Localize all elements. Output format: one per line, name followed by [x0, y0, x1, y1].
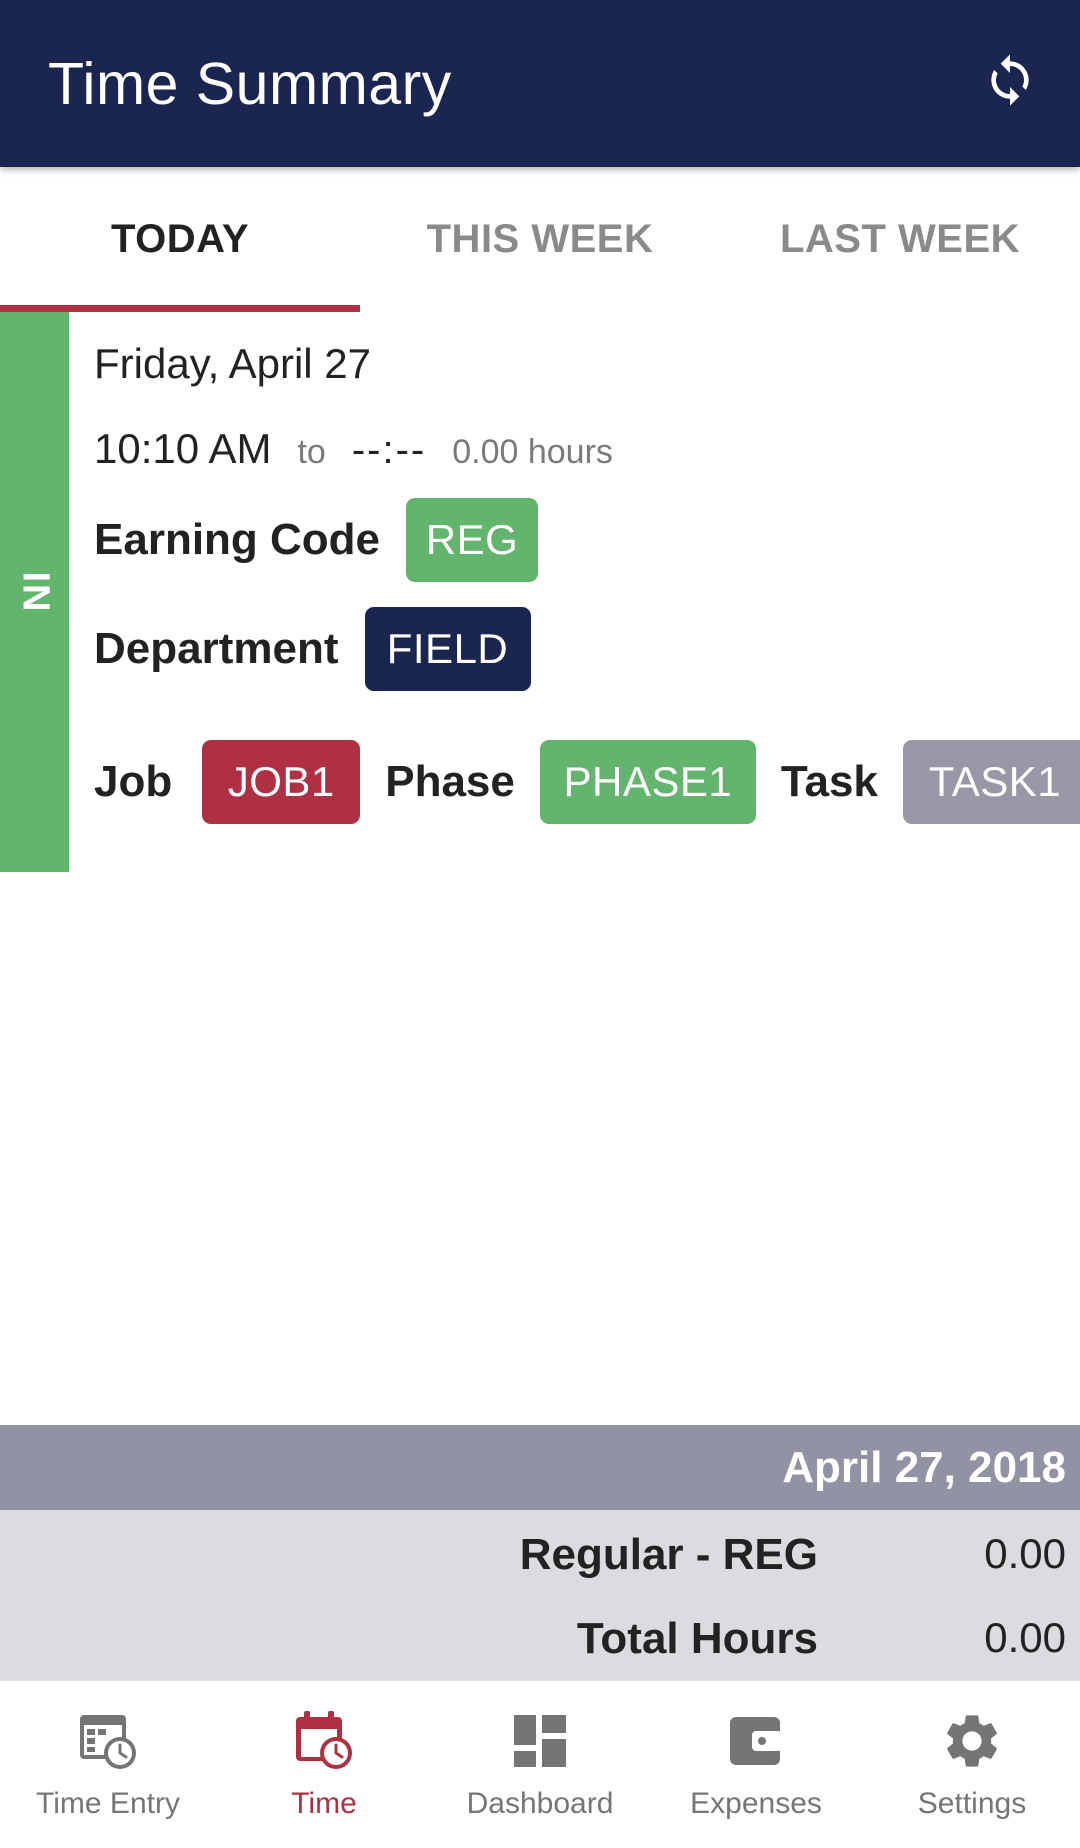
nav-label: Settings: [917, 1787, 1027, 1820]
phase-chip: PHASE1: [539, 740, 756, 824]
department-label: Department: [94, 624, 339, 673]
nav-time[interactable]: Time: [216, 1681, 432, 1848]
calendar-clock-icon: [296, 1711, 352, 1769]
tab-last-week[interactable]: LAST WEEK: [720, 167, 1080, 312]
gear-icon: [947, 1715, 997, 1767]
task-label: Task: [780, 757, 878, 806]
tab-today[interactable]: TODAY: [0, 167, 360, 312]
status-strip: IN: [0, 312, 69, 872]
time-range: 10:10 AM to --:-- 0.00 hours: [94, 425, 613, 473]
summary-row-label: Regular - REG: [519, 1530, 818, 1579]
summary-row: Regular - REG 0.00: [0, 1530, 1080, 1590]
status-label: IN: [14, 571, 56, 613]
app-root: Time Summary TODAY THIS WEEK LAST WEEK I…: [0, 0, 1080, 1848]
active-tab-indicator: [0, 305, 360, 312]
to-label: to: [297, 433, 326, 471]
job-phase-task-row: Job JOB1 Phase PHASE1 Task TASK1: [94, 740, 1080, 824]
nav-label: Time: [291, 1787, 357, 1820]
nav-label: Expenses: [690, 1787, 822, 1820]
start-time: 10:10 AM: [94, 425, 272, 472]
nav-dashboard[interactable]: Dashboard: [432, 1681, 648, 1848]
department-row: Department FIELD: [94, 607, 531, 691]
time-entry-icon: [80, 1715, 136, 1769]
summary-total-row: Total Hours 0.00: [0, 1614, 1080, 1674]
summary-date-header: April 27, 2018: [0, 1425, 1080, 1510]
page-title: Time Summary: [48, 51, 452, 117]
earning-code-chip: REG: [406, 498, 539, 582]
summary-totals: Regular - REG 0.00 Total Hours 0.00: [0, 1510, 1080, 1680]
refresh-icon: [991, 54, 1029, 106]
nav-expenses[interactable]: Expenses: [648, 1681, 864, 1848]
nav-label: Time Entry: [36, 1787, 180, 1820]
department-chip: FIELD: [364, 607, 531, 691]
summary-date: April 27, 2018: [782, 1442, 1066, 1492]
end-time: --:--: [351, 428, 427, 472]
task-chip: TASK1: [902, 740, 1080, 824]
summary-row-value: 0.00: [984, 1530, 1066, 1577]
tab-bar: TODAY THIS WEEK LAST WEEK: [0, 167, 1080, 312]
dashboard-icon: [514, 1715, 566, 1767]
total-hours-label: Total Hours: [576, 1614, 818, 1663]
hours-value: 0.00 hours: [452, 433, 613, 471]
wallet-icon: [730, 1717, 782, 1765]
total-hours-value: 0.00: [984, 1614, 1066, 1661]
tab-this-week[interactable]: THIS WEEK: [360, 167, 720, 312]
phase-label: Phase: [385, 757, 515, 806]
job-chip: JOB1: [202, 740, 361, 824]
bottom-navigation: Time Entry Time Dashboard Expenses Setti…: [0, 1680, 1080, 1848]
refresh-button[interactable]: [975, 45, 1045, 115]
job-label: Job: [94, 757, 173, 806]
entry-date: Friday, April 27: [94, 340, 371, 387]
earning-code-label: Earning Code: [94, 515, 381, 564]
earning-code-row: Earning Code REG: [94, 498, 539, 582]
nav-time-entry[interactable]: Time Entry: [0, 1681, 216, 1848]
nav-label: Dashboard: [466, 1787, 614, 1820]
nav-settings[interactable]: Settings: [864, 1681, 1080, 1848]
app-bar: Time Summary: [0, 0, 1080, 167]
